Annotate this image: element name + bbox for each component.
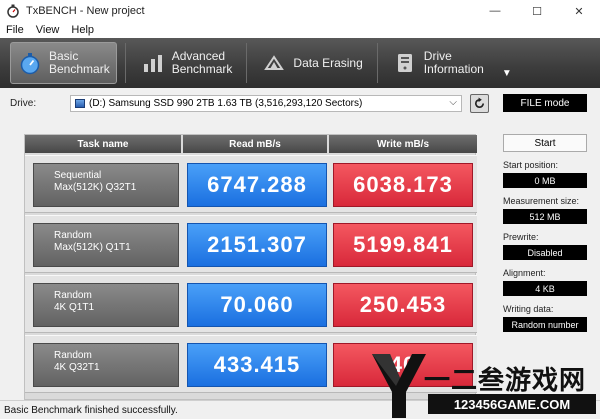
table-row: Random Max(512K) Q1T1 2151.307 5199.841 [25, 215, 477, 273]
table-row: Sequential Max(512K) Q32T1 6747.288 6038… [25, 155, 477, 213]
start-position-value[interactable]: 0 MB [503, 173, 587, 188]
mode-indicator: FILE mode [503, 94, 587, 112]
data-erasing-label: Data Erasing [293, 55, 363, 70]
task-line1: Random [54, 230, 92, 241]
task-line1: Random [54, 290, 92, 301]
prewrite-value[interactable]: Disabled [503, 245, 587, 260]
task-cell[interactable]: Random 4K Q1T1 [33, 283, 179, 327]
title-bar: TxBENCH - New project — ☐ ✕ [0, 0, 600, 22]
window-controls: — ☐ ✕ [474, 0, 600, 22]
alignment-value[interactable]: 4 KB [503, 281, 587, 296]
basic-benchmark-line1: Basic [49, 49, 79, 63]
drive-selected-value: (D:) Samsung SSD 990 2TB 1.63 TB (3,516,… [89, 98, 363, 109]
watermark-title: 一二叁游戏网 [424, 365, 587, 395]
drive-information-line1: Drive [423, 49, 452, 63]
table-header: Task name Read mB/s Write mB/s [25, 135, 477, 153]
measurement-size-value[interactable]: 512 MB [503, 209, 587, 224]
menu-view[interactable]: View [36, 24, 60, 36]
toolbar-separator [246, 43, 248, 83]
app-icon [7, 4, 19, 18]
task-line2: 4K Q32T1 [54, 362, 100, 373]
drive-label: Drive: [10, 98, 37, 109]
start-button[interactable]: Start [503, 134, 587, 152]
drive-information-button[interactable]: Drive Information [386, 42, 490, 84]
menu-help[interactable]: Help [71, 24, 94, 36]
task-cell[interactable]: Sequential Max(512K) Q32T1 [33, 163, 179, 207]
stopwatch-icon [17, 50, 43, 76]
header-write: Write mB/s [329, 135, 477, 153]
toolbar-separator [124, 43, 126, 83]
watermark: 一二叁游戏网 123456GAME.COM [368, 352, 600, 419]
basic-benchmark-button[interactable]: Basic Benchmark [10, 42, 117, 84]
task-line1: Random [54, 350, 92, 361]
task-cell[interactable]: Random Max(512K) Q1T1 [33, 223, 179, 267]
bar-chart-icon [140, 50, 166, 76]
toolbar-separator [376, 43, 378, 83]
basic-benchmark-line2: Benchmark [49, 62, 110, 76]
refresh-button[interactable] [470, 94, 489, 113]
watermark-logo [372, 354, 426, 418]
task-cell[interactable]: Random 4K Q32T1 [33, 343, 179, 387]
menu-bar: File View Help [0, 22, 600, 38]
maximize-button[interactable]: ☐ [516, 0, 558, 22]
advanced-benchmark-line1: Advanced [171, 49, 226, 63]
read-value: 70.060 [187, 283, 327, 327]
settings-panel: Start Start position: 0 MB Measurement s… [500, 134, 592, 332]
task-line2: Max(512K) Q32T1 [54, 182, 137, 193]
write-value: 6038.173 [333, 163, 473, 207]
close-button[interactable]: ✕ [558, 0, 600, 22]
task-line2: Max(512K) Q1T1 [54, 242, 131, 253]
window-title: TxBENCH - New project [26, 5, 145, 17]
task-line1: Sequential [54, 170, 102, 181]
toolbar: Basic Benchmark Advanced Benchmark Data Er… [0, 38, 600, 88]
measurement-size-label: Measurement size: [503, 196, 580, 206]
status-text: Basic Benchmark finished successfully. [4, 404, 178, 416]
alignment-label: Alignment: [503, 268, 546, 278]
table-row: Random 4K Q1T1 70.060 250.453 [25, 275, 477, 333]
header-task-name: Task name [25, 135, 183, 153]
toolbar-more-chevron-icon[interactable]: ▼ [502, 68, 512, 79]
header-read: Read mB/s [183, 135, 329, 153]
prewrite-label: Prewrite: [503, 232, 539, 242]
drive-select[interactable]: (D:) Samsung SSD 990 2TB 1.63 TB (3,516,… [70, 95, 462, 112]
write-value: 250.453 [333, 283, 473, 327]
minimize-button[interactable]: — [474, 0, 516, 22]
start-position-label: Start position: [503, 160, 559, 170]
writing-data-value[interactable]: Random number [503, 317, 587, 332]
watermark-url: 123456GAME.COM [428, 394, 596, 414]
erase-icon [261, 50, 287, 76]
drive-information-line2: Information [423, 62, 484, 76]
read-value: 6747.288 [187, 163, 327, 207]
write-value: 5199.841 [333, 223, 473, 267]
read-value: 433.415 [187, 343, 327, 387]
refresh-icon [474, 97, 485, 109]
advanced-benchmark-button[interactable]: Advanced Benchmark [134, 42, 239, 84]
chevron-down-icon: ⌵ [449, 97, 457, 108]
data-erasing-button[interactable]: Data Erasing [255, 42, 368, 84]
advanced-benchmark-line2: Benchmark [171, 62, 233, 76]
drive-icon [75, 99, 85, 108]
read-value: 2151.307 [187, 223, 327, 267]
task-line2: 4K Q1T1 [54, 302, 95, 313]
writing-data-label: Writing data: [503, 304, 554, 314]
drive-info-icon [392, 50, 418, 76]
menu-file[interactable]: File [6, 24, 24, 36]
